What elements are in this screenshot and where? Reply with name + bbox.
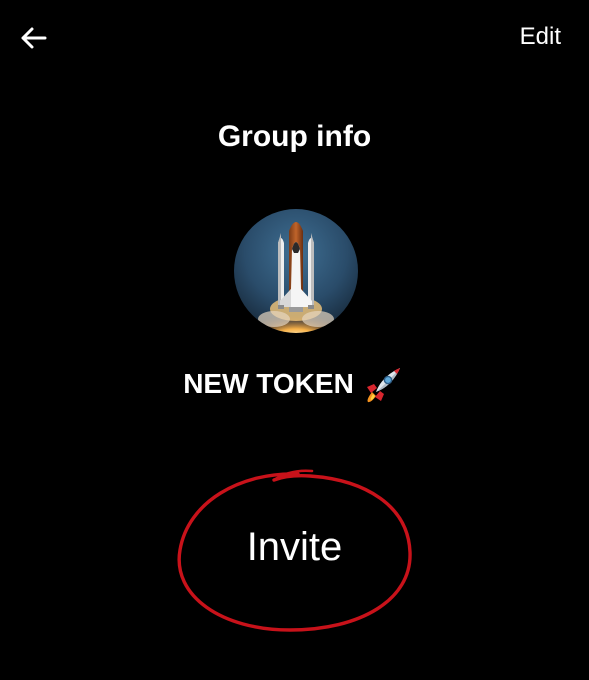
group-name: NEW TOKEN xyxy=(0,362,589,406)
invite-button[interactable]: Invite xyxy=(0,522,589,572)
back-button[interactable] xyxy=(14,20,54,56)
edit-button[interactable]: Edit xyxy=(520,22,561,52)
space-shuttle-launch-image xyxy=(234,209,358,333)
page-title: Group info xyxy=(217,120,372,153)
rocket-emoji-icon xyxy=(366,368,400,403)
arrow-left-icon xyxy=(21,27,47,49)
group-avatar[interactable] xyxy=(234,209,358,333)
group-name-text: NEW TOKEN xyxy=(183,368,354,399)
